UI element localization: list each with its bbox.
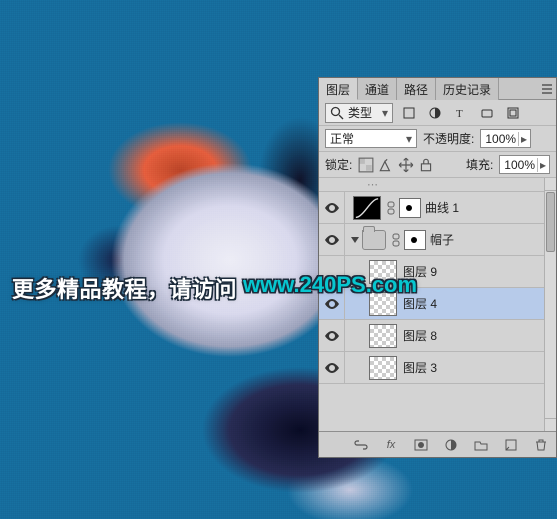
adjustment-thumb xyxy=(353,196,381,220)
watermark-url: www.240PS.com xyxy=(243,272,417,304)
filter-shape-icon[interactable] xyxy=(477,103,497,123)
layer-stack: ⋯ 曲线 1 xyxy=(319,178,556,431)
folder-icon xyxy=(362,230,386,250)
add-mask-icon[interactable] xyxy=(412,436,430,454)
lock-all-icon[interactable] xyxy=(418,157,434,173)
visibility-toggle[interactable] xyxy=(319,320,345,351)
layer-filter-select[interactable]: 类型 ▾ xyxy=(325,103,393,123)
svg-text:T: T xyxy=(456,108,463,120)
tab-history[interactable]: 历史记录 xyxy=(436,78,499,100)
tab-layers[interactable]: 图层 xyxy=(319,78,358,100)
layer-mask-thumb[interactable] xyxy=(399,198,421,218)
new-layer-icon[interactable] xyxy=(502,436,520,454)
watermark: 更多精品教程，请访问 www.240PS.com xyxy=(12,272,557,304)
layer-mask-thumb[interactable] xyxy=(404,230,426,250)
tab-channels[interactable]: 通道 xyxy=(358,78,397,100)
panel-footer: fx xyxy=(319,431,556,457)
group-disclosure-icon[interactable] xyxy=(351,237,359,243)
visibility-toggle[interactable] xyxy=(319,224,345,255)
layer-thumb xyxy=(369,324,397,348)
filter-adjustment-icon[interactable] xyxy=(425,103,445,123)
fill-input[interactable]: 100% ▸ xyxy=(499,155,550,174)
opacity-value: 100% xyxy=(483,132,518,146)
chevron-down-icon: ▾ xyxy=(376,106,388,120)
visibility-toggle[interactable] xyxy=(319,352,345,383)
filter-smartobject-icon[interactable] xyxy=(503,103,523,123)
lock-position-icon[interactable] xyxy=(398,157,414,173)
fx-icon[interactable]: fx xyxy=(382,436,400,454)
fill-adjustment-icon[interactable] xyxy=(442,436,460,454)
visibility-toggle[interactable] xyxy=(319,192,345,223)
blend-mode-select[interactable]: 正常 ▾ xyxy=(325,129,417,148)
filter-label: 类型 xyxy=(348,104,372,121)
fill-label: 填充: xyxy=(466,156,493,173)
scrollbar-thumb[interactable] xyxy=(546,192,555,252)
lock-transparent-icon[interactable] xyxy=(358,157,374,173)
filter-pixel-icon[interactable] xyxy=(399,103,419,123)
filter-type-icon[interactable]: T xyxy=(451,103,471,123)
layer-overflow-indicator: ⋯ xyxy=(319,178,556,192)
link-icon xyxy=(392,233,400,247)
layer-row-curves[interactable]: 曲线 1 xyxy=(319,192,556,224)
layer-name: 图层 8 xyxy=(403,327,437,344)
lock-row: 锁定: 填充: 100% ▸ xyxy=(319,152,556,178)
opacity-input[interactable]: 100% ▸ xyxy=(480,129,531,148)
tab-paths[interactable]: 路径 xyxy=(397,78,436,100)
layers-panel: 图层 通道 路径 历史记录 类型 ▾ T 正常 ▾ 不透明度: 100% ▸ 锁 xyxy=(318,77,557,458)
chevron-down-icon: ▾ xyxy=(406,132,412,146)
layer-row-group-hat[interactable]: 帽子 xyxy=(319,224,556,256)
lock-label: 锁定: xyxy=(325,156,352,173)
chevron-down-icon: ▸ xyxy=(518,132,528,146)
lock-pixels-icon[interactable] xyxy=(378,157,394,173)
layer-row[interactable]: 图层 3 xyxy=(319,352,556,384)
search-icon xyxy=(330,106,344,120)
layer-name: 曲线 1 xyxy=(425,199,459,216)
panel-menu-icon[interactable] xyxy=(538,78,556,100)
layer-name: 图层 3 xyxy=(403,359,437,376)
link-layers-icon[interactable] xyxy=(352,436,370,454)
watermark-text: 更多精品教程，请访问 xyxy=(12,272,237,304)
chevron-down-icon: ▸ xyxy=(537,158,547,172)
blend-mode-value: 正常 xyxy=(330,130,354,147)
layer-row[interactable]: 图层 8 xyxy=(319,320,556,352)
opacity-label: 不透明度: xyxy=(423,130,474,147)
trash-icon[interactable] xyxy=(532,436,550,454)
blend-row: 正常 ▾ 不透明度: 100% ▸ xyxy=(319,126,556,152)
layer-scrollbar[interactable] xyxy=(544,178,556,431)
layer-name: 帽子 xyxy=(430,231,454,248)
filter-row: 类型 ▾ T xyxy=(319,100,556,126)
link-icon xyxy=(387,201,395,215)
layer-thumb xyxy=(369,356,397,380)
panel-tabs: 图层 通道 路径 历史记录 xyxy=(319,78,556,100)
new-group-icon[interactable] xyxy=(472,436,490,454)
fill-value: 100% xyxy=(502,158,537,172)
